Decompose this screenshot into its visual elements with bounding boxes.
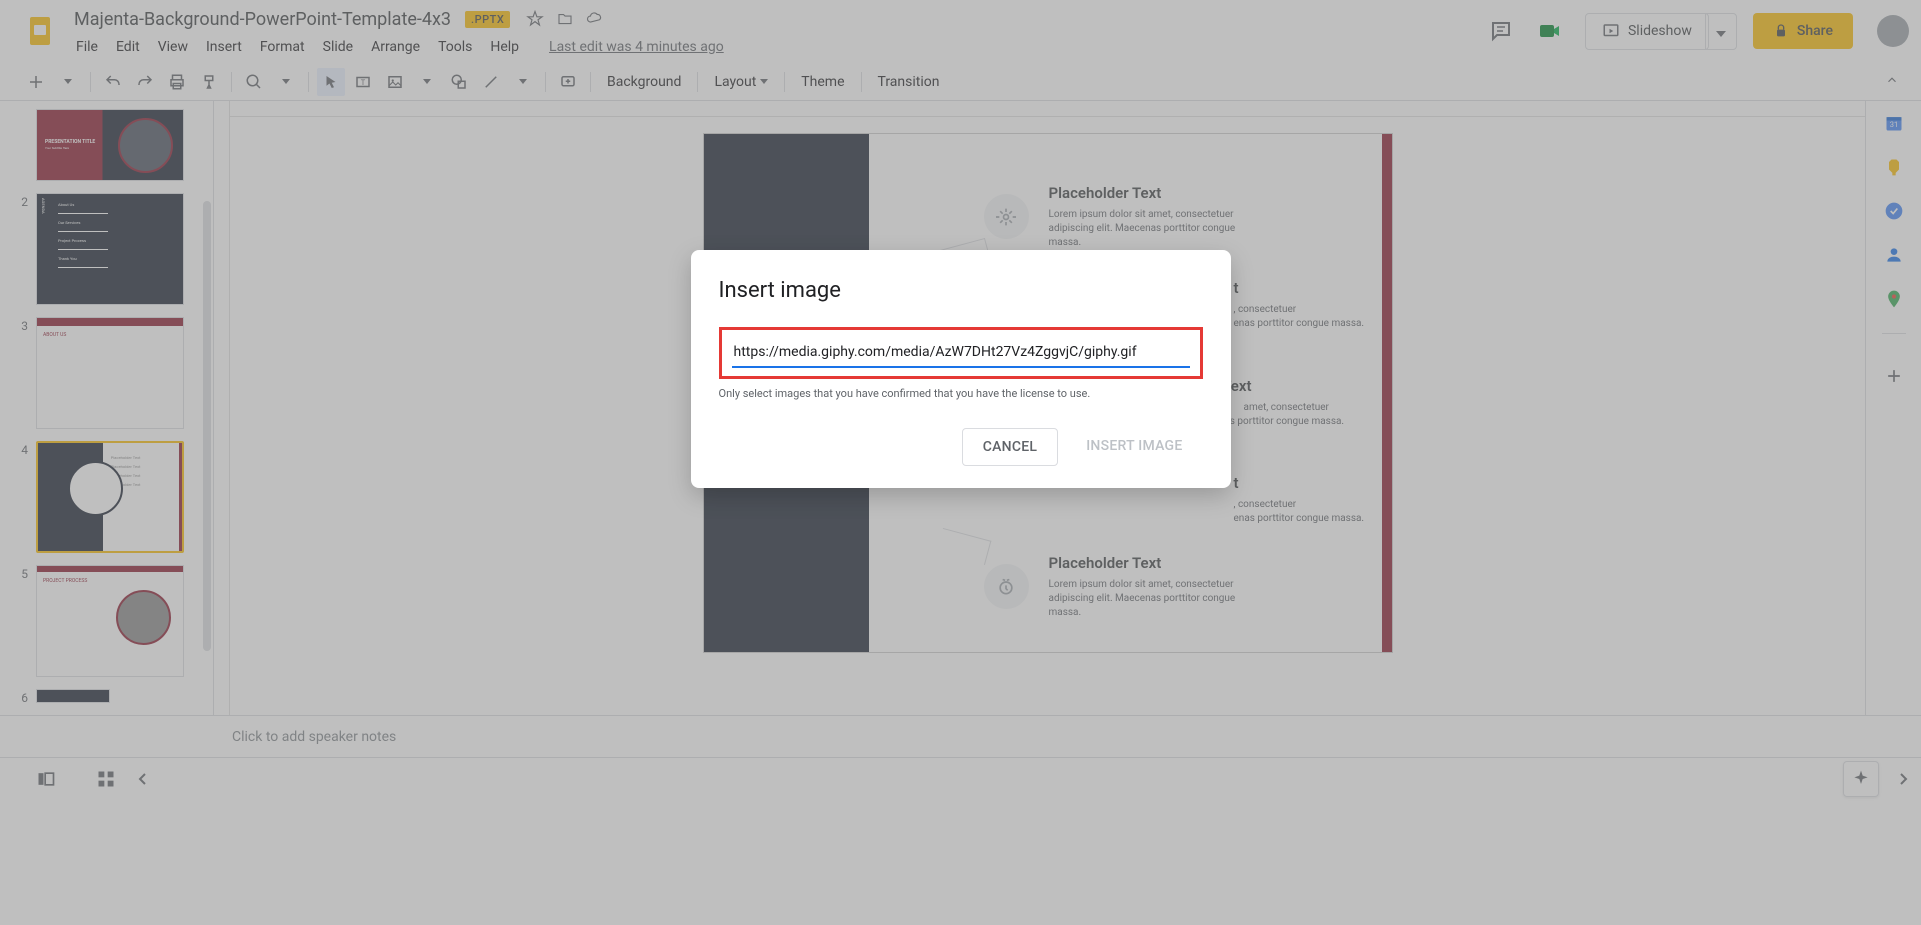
modal-hint: Only select images that you have confirm… [719, 387, 1203, 400]
insert-image-button[interactable]: INSERT IMAGE [1066, 428, 1202, 466]
insert-image-modal: Insert image Only select images that you… [691, 250, 1231, 488]
modal-overlay[interactable]: Insert image Only select images that you… [0, 0, 1921, 925]
url-input-highlight [719, 327, 1203, 379]
cancel-button[interactable]: CANCEL [962, 428, 1058, 466]
url-input[interactable] [732, 338, 1190, 368]
modal-title: Insert image [719, 278, 1203, 303]
